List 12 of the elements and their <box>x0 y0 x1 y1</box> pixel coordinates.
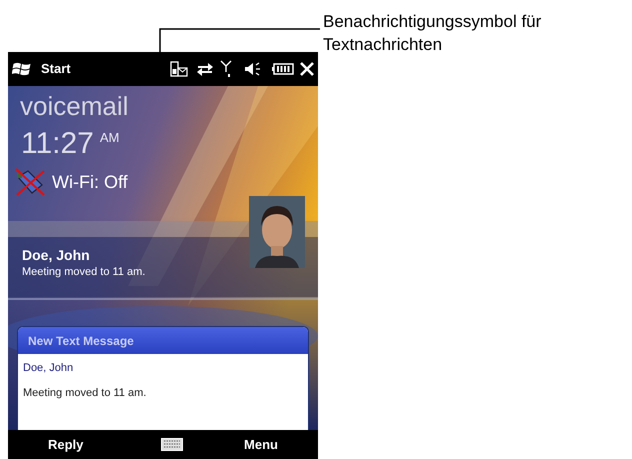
speaker-muted-icon[interactable] <box>244 61 262 77</box>
text-message-icon[interactable] <box>170 61 188 77</box>
sync-arrows-icon[interactable] <box>196 61 214 77</box>
close-icon[interactable] <box>300 62 314 76</box>
windows-flag-icon[interactable] <box>12 60 32 78</box>
keyboard-icon[interactable] <box>160 438 183 451</box>
start-label[interactable]: Start <box>41 59 71 79</box>
reply-softkey[interactable]: Reply <box>48 434 84 454</box>
menu-softkey[interactable]: Menu <box>244 434 278 454</box>
callout-text: Benachrichtigungssymbol für Textnachrichten <box>323 11 542 56</box>
antenna-icon[interactable] <box>220 60 232 78</box>
battery-icon[interactable] <box>272 63 294 75</box>
